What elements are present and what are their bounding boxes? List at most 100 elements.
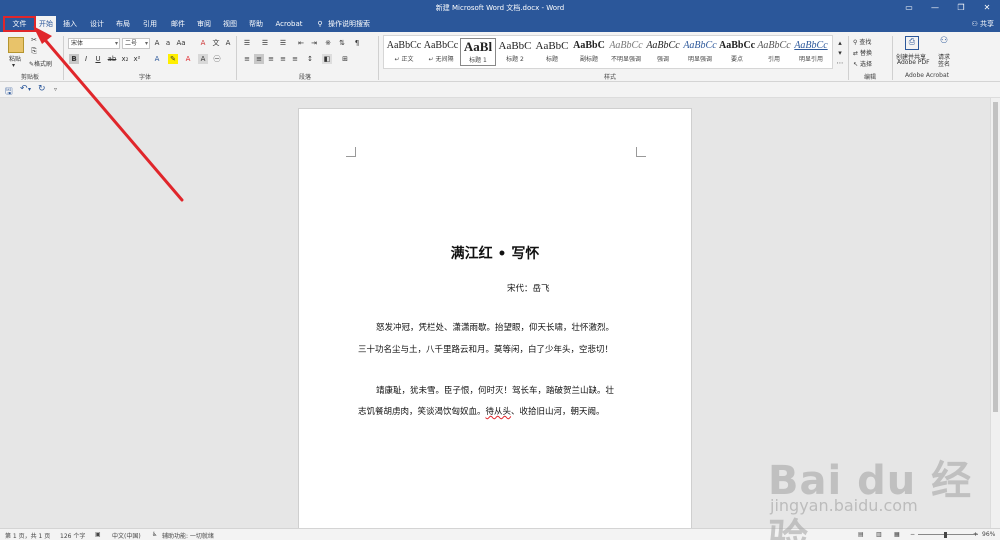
styles-gallery: AaBbCc ↵ 正文 AaBbCc ↵ 无间隔 AaBl 标题 1 AaBbC 标题 … bbox=[383, 35, 833, 69]
tab-acrobat[interactable]: Acrobat bbox=[274, 16, 304, 32]
style-heading-1[interactable]: AaBl 标题 1 bbox=[460, 38, 496, 66]
cut-icon[interactable]: ✂ bbox=[29, 35, 39, 45]
select-button[interactable]: ↖ 选择 bbox=[853, 59, 872, 68]
style-name: 强调 bbox=[656, 56, 669, 63]
align-center-icon[interactable]: ≡ bbox=[254, 54, 264, 64]
scrollbar-thumb[interactable] bbox=[993, 102, 998, 412]
align-right-icon[interactable]: ≡ bbox=[266, 54, 276, 64]
tab-mailings[interactable]: 邮件 bbox=[167, 16, 189, 32]
shading-icon[interactable]: ◧ bbox=[322, 54, 332, 64]
customize-qat-icon[interactable]: ▿ bbox=[54, 86, 57, 93]
subscript-button[interactable]: x₂ bbox=[120, 54, 130, 64]
style-quote[interactable]: AaBbCc 引用 bbox=[756, 38, 792, 66]
pdf-create-icon[interactable]: ⎙ bbox=[905, 36, 919, 50]
style-strong[interactable]: AaBbCc 要点 bbox=[719, 38, 755, 66]
enclosed-char-icon[interactable]: ㊀ bbox=[212, 54, 222, 64]
bold-button[interactable]: B bbox=[69, 54, 79, 64]
style-name: 标题 bbox=[545, 56, 558, 63]
phonetic-guide-icon[interactable]: 文 bbox=[211, 38, 221, 48]
show-marks-icon[interactable]: ¶ bbox=[352, 38, 362, 48]
format-painter-button[interactable]: ✎格式刷 bbox=[29, 59, 52, 68]
grow-font-icon[interactable]: A bbox=[152, 38, 162, 48]
request-signature-icon[interactable]: ⚇ bbox=[937, 36, 951, 50]
highlight-icon[interactable]: ✎ bbox=[168, 54, 178, 64]
char-shading-icon[interactable]: A bbox=[198, 54, 208, 64]
copy-icon[interactable]: ⎘ bbox=[29, 46, 39, 56]
decrease-indent-icon[interactable]: ⇤ bbox=[296, 38, 306, 48]
font-color-icon[interactable]: A bbox=[183, 54, 193, 64]
tab-insert[interactable]: 插入 bbox=[60, 16, 80, 32]
numbering-icon[interactable]: ☰ bbox=[260, 38, 270, 48]
style-normal[interactable]: AaBbCc ↵ 正文 bbox=[386, 38, 422, 66]
text-effects-icon[interactable]: A bbox=[152, 54, 162, 64]
minimize-button[interactable]: — bbox=[922, 0, 948, 16]
style-subtle-emphasis[interactable]: AaBbCc 不明显强调 bbox=[608, 38, 644, 66]
tell-me-search[interactable]: 操作说明搜索 bbox=[328, 16, 370, 32]
increase-indent-icon[interactable]: ⇥ bbox=[309, 38, 319, 48]
chinese-layout-icon[interactable]: ※ bbox=[323, 38, 333, 48]
language-indicator[interactable]: 中文(中国) bbox=[112, 531, 141, 540]
change-case-icon[interactable]: Aa bbox=[176, 38, 186, 48]
styles-more-icon[interactable]: ⋯ bbox=[835, 58, 845, 68]
style-subtitle[interactable]: AaBbC 副标题 bbox=[571, 38, 607, 66]
vertical-scrollbar[interactable] bbox=[990, 98, 1000, 528]
find-button[interactable]: ⚲ 查找 bbox=[853, 37, 871, 46]
styles-scroll-down-icon[interactable]: ▾ bbox=[835, 48, 845, 58]
style-heading-2[interactable]: AaBbC 标题 2 bbox=[497, 38, 533, 66]
restore-button[interactable]: ❐ bbox=[948, 0, 974, 16]
request-label-2[interactable]: 签名 bbox=[938, 59, 950, 68]
create-pdf-label-2[interactable]: Adobe PDF bbox=[897, 59, 930, 66]
tab-layout[interactable]: 布局 bbox=[112, 16, 134, 32]
tab-review[interactable]: 审阅 bbox=[193, 16, 215, 32]
ribbon-display-icon[interactable]: ▭ bbox=[896, 0, 922, 16]
style-no-spacing[interactable]: AaBbCc ↵ 无间隔 bbox=[423, 38, 459, 66]
style-name: 引用 bbox=[767, 56, 780, 63]
tab-references[interactable]: 引用 bbox=[139, 16, 161, 32]
clear-format-icon[interactable]: A bbox=[198, 38, 208, 48]
shrink-font-icon[interactable]: a bbox=[163, 38, 173, 48]
style-sample: AaBbCc bbox=[757, 40, 791, 51]
poem-line: 怒发冲冠，凭栏处、潇潇雨歇。抬望眼，仰天长啸，壮怀激烈。 bbox=[376, 323, 615, 333]
italic-button[interactable]: I bbox=[81, 54, 91, 64]
tab-view[interactable]: 视图 bbox=[219, 16, 241, 32]
underline-button[interactable]: U bbox=[93, 54, 103, 64]
word-count[interactable]: 126 个字 bbox=[60, 531, 85, 540]
style-sample: AaBbCc bbox=[794, 40, 828, 51]
tab-file[interactable]: 文件 bbox=[3, 16, 36, 32]
styles-scroll-up-icon[interactable]: ▴ bbox=[835, 38, 845, 48]
style-title[interactable]: AaBbC 标题 bbox=[534, 38, 570, 66]
tab-home[interactable]: 开始 bbox=[36, 16, 56, 32]
tab-help[interactable]: 帮助 bbox=[245, 16, 267, 32]
paste-icon[interactable] bbox=[8, 37, 24, 53]
replace-button[interactable]: ⇄ 替换 bbox=[853, 48, 872, 57]
accessibility-status[interactable]: 辅助功能: 一切就绪 bbox=[162, 531, 214, 540]
superscript-button[interactable]: x² bbox=[132, 54, 142, 64]
document-page[interactable]: 满江红 • 写怀 宋代：岳飞 怒发冲冠，凭栏处、潇潇雨歇。抬望眼，仰天长啸，壮怀… bbox=[298, 108, 692, 538]
char-border-icon[interactable]: A bbox=[223, 38, 233, 48]
sort-icon[interactable]: ⇅ bbox=[337, 38, 347, 48]
justify-icon[interactable]: ≡ bbox=[278, 54, 288, 64]
bullets-icon[interactable]: ☰ bbox=[242, 38, 252, 48]
redo-icon[interactable]: ↻ bbox=[38, 84, 46, 94]
align-left-icon[interactable]: ≡ bbox=[242, 54, 252, 64]
proofing-icon[interactable]: ▣ bbox=[95, 531, 101, 538]
borders-icon[interactable]: ⊞ bbox=[340, 54, 350, 64]
share-button[interactable]: ⚇ 共享 bbox=[971, 16, 994, 32]
tab-design[interactable]: 设计 bbox=[86, 16, 108, 32]
font-name-combo[interactable]: 宋体 ▾ bbox=[68, 38, 120, 49]
watermark-logo: Bai du 经验 bbox=[768, 458, 973, 540]
style-intense-emphasis[interactable]: AaBbCc 明显强调 bbox=[682, 38, 718, 66]
style-emphasis[interactable]: AaBbCc 强调 bbox=[645, 38, 681, 66]
style-intense-quote[interactable]: AaBbCc 明显引用 bbox=[793, 38, 829, 66]
line-spacing-icon[interactable]: ↕ bbox=[305, 54, 315, 64]
strikethrough-button[interactable]: ab bbox=[107, 54, 117, 64]
font-size-combo[interactable]: 二号 ▾ bbox=[122, 38, 150, 49]
undo-dropdown-icon[interactable]: ▾ bbox=[28, 86, 31, 93]
distributed-icon[interactable]: ≡ bbox=[290, 54, 300, 64]
undo-icon[interactable]: ↶ bbox=[20, 84, 28, 94]
page-count[interactable]: 第 1 页，共 1 页 bbox=[5, 531, 50, 540]
multilevel-list-icon[interactable]: ☰ bbox=[278, 38, 288, 48]
close-button[interactable]: ✕ bbox=[974, 0, 1000, 16]
person-icon: ⚇ bbox=[971, 20, 980, 28]
paste-dropdown-icon[interactable]: ▾ bbox=[12, 62, 15, 69]
